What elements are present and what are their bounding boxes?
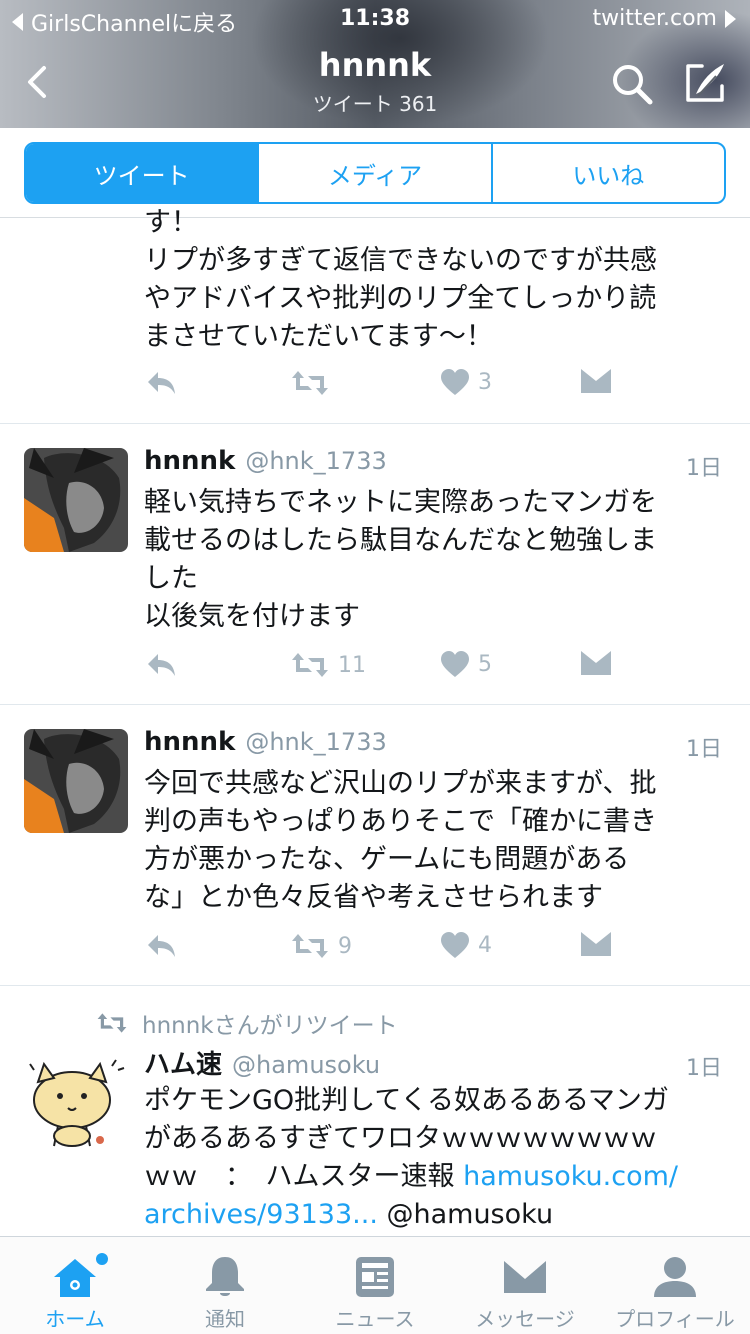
heart-icon: [441, 369, 469, 395]
retweet-count: 9: [338, 933, 352, 959]
forward-triangle-icon: [725, 9, 736, 28]
author-name[interactable]: hnnnk: [144, 727, 235, 757]
envelope-icon: [581, 369, 611, 393]
tab-messages[interactable]: メッセージ: [450, 1237, 600, 1334]
reply-icon: [148, 372, 175, 394]
dm-share-button[interactable]: [580, 650, 612, 676]
tweet-item[interactable]: hnnnkさんがリツイート ハム速 @hamusoku 1日 ポケモンGO批判し…: [0, 986, 750, 1236]
tweet-item[interactable]: hnnnk @hnk_1733 1日 軽い気持ちでネットに実際あったマンガを 載…: [0, 424, 750, 705]
envelope-icon: [581, 651, 611, 675]
tweet-link[interactable]: hamusoku.com/: [463, 1161, 678, 1192]
compose-tweet-icon[interactable]: [682, 58, 730, 106]
like-count: 4: [478, 932, 492, 958]
envelope-icon: [504, 1261, 546, 1293]
retweet-icon: [97, 1013, 127, 1033]
reply-button[interactable]: [144, 650, 178, 680]
like-button[interactable]: 5: [440, 650, 492, 678]
tab-profile[interactable]: プロフィール: [600, 1237, 750, 1334]
notification-dot: [96, 1253, 108, 1265]
retweet-button[interactable]: 11: [290, 650, 366, 680]
tweet-time: 1日: [686, 737, 722, 762]
bottom-tab-bar: ホーム 通知 ニュース メッセージ プロフィール: [0, 1236, 750, 1334]
tweet-item[interactable]: す！ リプが多すぎて返信できないのですが共感 やアドバイスや批判のリプ全てしっか…: [0, 207, 750, 424]
tweet-text: ポケモンGO批判してくる奴あるあるマンガ があるあるすぎてワロタｗｗｗｗｗｗｗｗ…: [144, 1082, 734, 1234]
tweet-text: リプが多すぎて返信できないのですが共感 やアドバイスや批判のリプ全てしっかり読 …: [144, 245, 657, 352]
tab-home-label: ホーム: [45, 1307, 105, 1331]
retweeted-by-label: hnnnkさんがリツイート: [142, 1013, 398, 1039]
like-button[interactable]: 4: [440, 931, 492, 959]
reply-icon: [148, 935, 175, 957]
retweet-button[interactable]: [290, 368, 338, 398]
author-handle[interactable]: @hamusoku: [232, 1051, 380, 1079]
avatar-image: [24, 448, 128, 552]
bell-icon: [206, 1257, 244, 1296]
profile-header: GirlsChannelに戻る 11:38 twitter.com hnnnk …: [0, 0, 750, 128]
heart-icon: [441, 932, 469, 958]
profile-icon: [654, 1257, 696, 1297]
dm-share-button[interactable]: [580, 368, 612, 394]
tab-media[interactable]: メディア: [257, 144, 490, 202]
home-icon: [54, 1259, 96, 1297]
tweet-link-cont[interactable]: archives/93133...: [144, 1199, 378, 1230]
tab-news-label: ニュース: [335, 1307, 415, 1331]
reply-button[interactable]: [144, 368, 178, 398]
reply-button[interactable]: [144, 931, 178, 961]
tweet-header: hnnnk @hnk_1733: [144, 446, 387, 476]
segmented-control: ツイート メディア いいね: [24, 142, 726, 204]
reply-icon: [148, 654, 175, 676]
retweet-icon: [292, 934, 328, 958]
retweet-icon: [292, 371, 328, 395]
like-count: 5: [478, 651, 492, 677]
tweet-actions: 3: [144, 368, 624, 408]
dm-share-button[interactable]: [580, 931, 612, 957]
tab-tweets[interactable]: ツイート: [26, 144, 258, 202]
status-host-label: twitter.com: [592, 6, 717, 31]
avatar[interactable]: [24, 1050, 128, 1154]
tweet-actions: 11 5: [144, 650, 624, 690]
avatar[interactable]: [24, 729, 128, 833]
author-handle[interactable]: @hnk_1733: [245, 447, 386, 475]
search-icon[interactable]: [608, 60, 656, 108]
news-icon: [356, 1257, 394, 1297]
tweet-text: 軽い気持ちでネットに実際あったマンガを 載せるのはしたら駄目なんだなと勉強しま …: [144, 487, 657, 632]
retweet-count: 11: [338, 652, 366, 678]
tab-notifications[interactable]: 通知: [150, 1237, 300, 1334]
tweet-text: 今回で共感など沢山のリプが来ますが、批 判の声もやっぱりありそこで「確かに書き …: [144, 768, 657, 913]
tweet-text-partial: す！: [144, 207, 198, 238]
hamster-avatar-image: [24, 1050, 128, 1154]
tweet-header: hnnnk @hnk_1733: [144, 727, 387, 757]
retweet-context: hnnnkさんがリツイート: [96, 1006, 398, 1040]
retweet-icon: [292, 653, 328, 677]
like-button[interactable]: 3: [440, 368, 492, 396]
author-name[interactable]: ハム速: [144, 1044, 222, 1081]
tweet-item[interactable]: hnnnk @hnk_1733 1日 今回で共感など沢山のリプが来ますが、批 判…: [0, 705, 750, 986]
like-count: 3: [478, 369, 492, 395]
author-handle[interactable]: @hnk_1733: [245, 728, 386, 756]
tab-notifications-label: 通知: [205, 1307, 245, 1331]
envelope-icon: [581, 932, 611, 956]
tweet-time: 1日: [686, 1056, 722, 1081]
retweet-button[interactable]: 9: [290, 931, 352, 961]
avatar[interactable]: [24, 448, 128, 552]
tab-news[interactable]: ニュース: [300, 1237, 450, 1334]
avatar-image: [24, 729, 128, 833]
author-name[interactable]: hnnnk: [144, 446, 235, 476]
tab-likes[interactable]: いいね: [490, 144, 724, 202]
heart-icon: [441, 651, 469, 677]
tweet-header: ハム速 @hamusoku: [144, 1044, 380, 1081]
status-host: twitter.com: [592, 6, 736, 31]
tweet-time: 1日: [686, 456, 722, 481]
tab-profile-label: プロフィール: [615, 1307, 735, 1331]
tweet-mention[interactable]: @hamusoku: [378, 1199, 553, 1230]
tab-messages-label: メッセージ: [475, 1307, 575, 1331]
tweet-actions: 9 4: [144, 931, 624, 971]
tab-home[interactable]: ホーム: [0, 1237, 150, 1334]
